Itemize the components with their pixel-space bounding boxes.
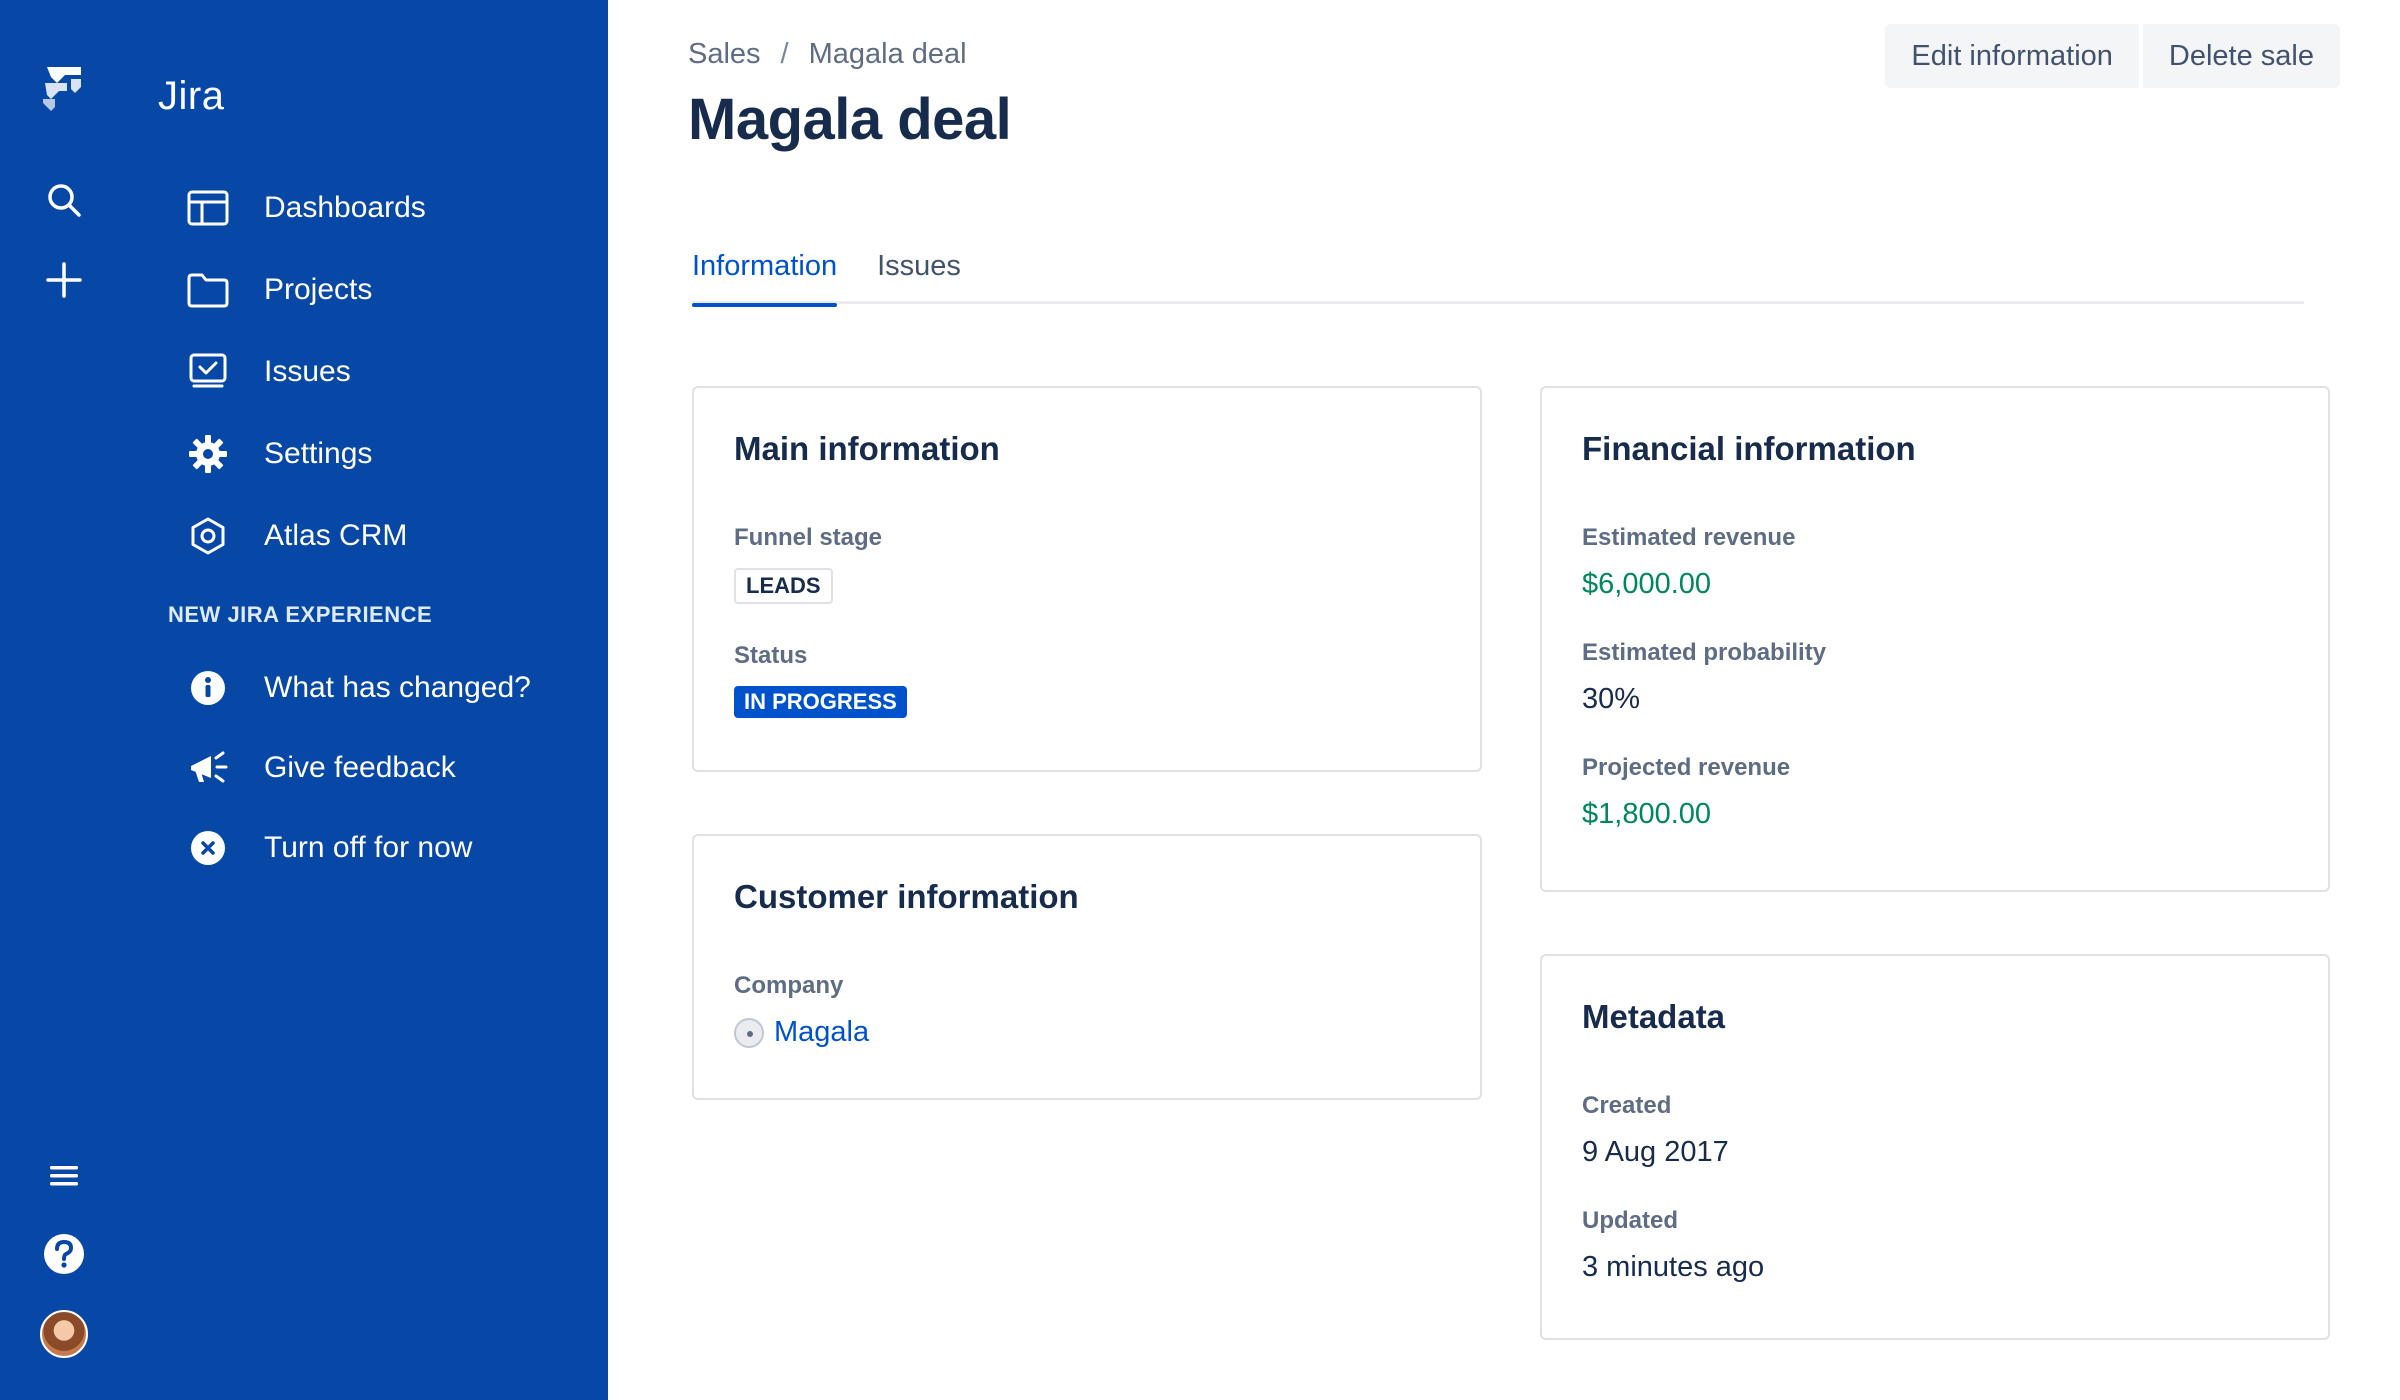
company-icon xyxy=(734,1017,764,1048)
main-content: Sales / Magala deal Magala deal Edit inf… xyxy=(608,0,2400,1400)
sidebar-item-dashboards[interactable]: Dashboards xyxy=(186,182,426,234)
funnel-stage-field: Funnel stage LEADS xyxy=(734,524,1440,604)
field-label: Estimated probability xyxy=(1582,639,1827,666)
gear-icon xyxy=(186,432,230,476)
company-value: Magala xyxy=(734,1016,1440,1049)
product-title[interactable]: Jira xyxy=(158,74,224,119)
info-icon xyxy=(186,666,230,710)
field-label: Funnel stage xyxy=(734,524,883,551)
megaphone-icon xyxy=(186,746,230,790)
create-icon[interactable] xyxy=(32,248,96,312)
page-title: Magala deal xyxy=(688,87,1012,152)
close-circle-icon xyxy=(186,826,230,870)
field-label: Estimated revenue xyxy=(1582,524,1796,551)
created-field: Created 9 Aug 2017 xyxy=(1582,1092,2288,1169)
sidebar-item-atlas-crm[interactable]: Atlas CRM xyxy=(186,510,407,562)
sidebar-item-what-has-changed[interactable]: What has changed? xyxy=(186,662,531,714)
edit-information-button[interactable]: Edit information xyxy=(1885,24,2139,88)
main-information-card: Main information Funnel stage LEADS Stat… xyxy=(692,386,1482,772)
global-nav xyxy=(0,0,128,1400)
updated-value: 3 minutes ago xyxy=(1582,1251,1765,1283)
funnel-stage-lozenge: LEADS xyxy=(734,568,833,604)
sidebar-item-label: Give feedback xyxy=(264,751,456,784)
help-icon[interactable] xyxy=(32,1222,96,1286)
company-link[interactable]: Magala xyxy=(774,1016,869,1049)
sidebar-item-label: Settings xyxy=(264,437,373,470)
menu-icon[interactable] xyxy=(32,1144,96,1208)
tab-information[interactable]: Information xyxy=(692,246,838,307)
card-title: Financial information xyxy=(1582,430,1916,467)
card-title: Customer information xyxy=(734,878,1079,915)
sidebar: Jira Dashboards Projects Issues Settings… xyxy=(0,0,608,1400)
breadcrumb-link-current[interactable]: Magala deal xyxy=(809,38,967,71)
sidebar-item-label: What has changed? xyxy=(264,671,531,704)
field-label: Status xyxy=(734,642,808,669)
sidebar-item-give-feedback[interactable]: Give feedback xyxy=(186,742,456,794)
sidebar-item-projects[interactable]: Projects xyxy=(186,264,372,316)
field-label: Updated xyxy=(1582,1207,1678,1234)
issues-icon xyxy=(186,350,230,394)
breadcrumb: Sales / Magala deal xyxy=(688,38,967,71)
sidebar-item-label: Projects xyxy=(264,273,373,306)
tab-issues[interactable]: Issues xyxy=(877,246,961,304)
user-avatar[interactable] xyxy=(32,1302,96,1366)
sidebar-item-settings[interactable]: Settings xyxy=(186,428,372,480)
delete-sale-button[interactable]: Delete sale xyxy=(2142,24,2340,88)
sidebar-item-label: Atlas CRM xyxy=(264,519,408,552)
card-title: Main information xyxy=(734,430,1000,467)
field-label: Projected revenue xyxy=(1582,754,1791,781)
status-field: Status IN PROGRESS xyxy=(734,642,1440,718)
estimated-revenue-field: Estimated revenue $6,000.00 xyxy=(1582,524,2288,601)
header-actions: Edit information Delete sale xyxy=(1885,24,2340,88)
company-field: Company Magala xyxy=(734,972,1440,1049)
estimated-probability-field: Estimated probability 30% xyxy=(1582,639,2288,716)
created-value: 9 Aug 2017 xyxy=(1582,1136,1729,1168)
sidebar-item-label: Turn off for now xyxy=(264,831,473,864)
breadcrumb-separator: / xyxy=(780,38,789,70)
dashboard-icon xyxy=(186,186,230,230)
breadcrumb-link-sales[interactable]: Sales xyxy=(688,38,761,71)
sidebar-item-issues[interactable]: Issues xyxy=(186,346,351,398)
projected-revenue-field: Projected revenue $1,800.00 xyxy=(1582,754,2288,831)
updated-field: Updated 3 minutes ago xyxy=(1582,1207,2288,1284)
hexagon-icon xyxy=(186,514,230,558)
sidebar-item-turn-off[interactable]: Turn off for now xyxy=(186,822,472,874)
search-icon[interactable] xyxy=(32,168,96,232)
tab-bar: Information Issues xyxy=(692,246,2304,307)
metadata-card: Metadata Created 9 Aug 2017 Updated 3 mi… xyxy=(1540,954,2330,1340)
card-title: Metadata xyxy=(1582,998,1726,1035)
financial-information-card: Financial information Estimated revenue … xyxy=(1540,386,2330,892)
sidebar-item-label: Issues xyxy=(264,355,351,388)
field-label: Created xyxy=(1582,1092,1672,1119)
status-lozenge: IN PROGRESS xyxy=(734,686,907,718)
estimated-revenue-value: $6,000.00 xyxy=(1582,568,1712,600)
folder-icon xyxy=(186,268,230,312)
sidebar-item-label: Dashboards xyxy=(264,191,426,224)
projected-revenue-value: $1,800.00 xyxy=(1582,798,1712,830)
customer-information-card: Customer information Company Magala xyxy=(692,834,1482,1100)
field-label: Company xyxy=(734,972,844,999)
estimated-probability-value: 30% xyxy=(1582,683,1641,715)
avatar-image xyxy=(40,1310,88,1358)
sidebar-section-heading: NEW JIRA EXPERIENCE xyxy=(168,602,433,627)
jira-logo-icon[interactable] xyxy=(32,56,96,120)
